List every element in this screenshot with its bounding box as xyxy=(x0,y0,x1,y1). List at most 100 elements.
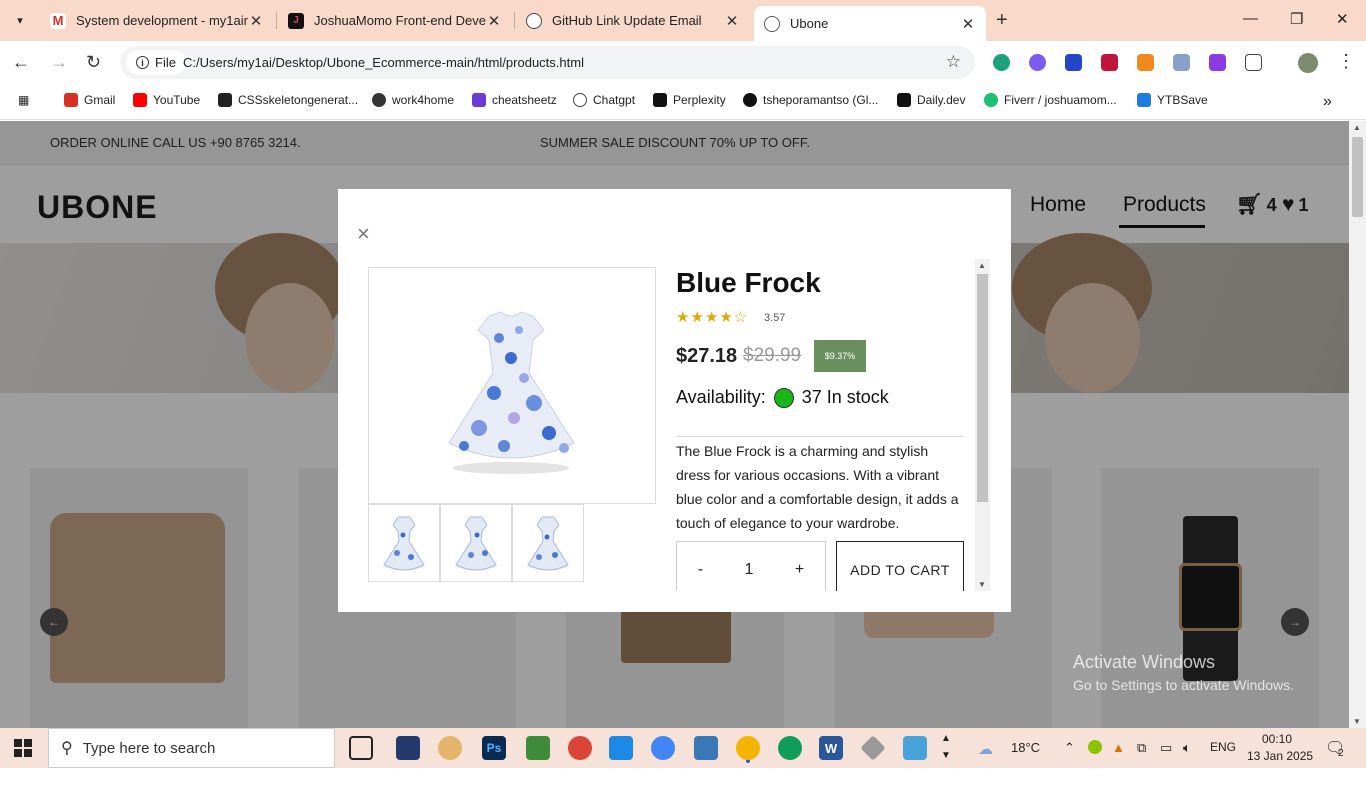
bookmark-youtube[interactable]: YouTube xyxy=(133,93,200,107)
python-icon[interactable] xyxy=(694,736,718,760)
bookmark-work4home[interactable]: work4home xyxy=(372,93,454,107)
chrome-profile-icon[interactable] xyxy=(651,736,675,760)
quantity-stepper[interactable]: - 1 + xyxy=(676,541,826,591)
tray-app-icon[interactable] xyxy=(1088,740,1102,754)
more-bookmarks-icon[interactable]: » xyxy=(1323,93,1332,111)
bookmark-fiverr[interactable]: Fiverr / joshuamom... xyxy=(984,93,1117,107)
reload-button[interactable]: ↻ xyxy=(86,52,101,73)
app-icon-blue[interactable] xyxy=(903,736,927,760)
restore-button[interactable]: ❐ xyxy=(1290,10,1303,28)
scroll-up-icon[interactable]: ▲ xyxy=(1353,123,1361,132)
weather-temp[interactable]: 18°C xyxy=(1011,740,1040,755)
dress-thumbnail xyxy=(455,516,497,571)
old-price: $29.99 xyxy=(743,345,802,366)
volume-icon[interactable]: 🔈︎ xyxy=(1183,740,1191,756)
window-close-button[interactable]: ✕ xyxy=(1336,10,1349,28)
extensions-puzzle-icon[interactable] xyxy=(1245,54,1262,71)
app-icon-green[interactable] xyxy=(526,736,550,760)
chrome-alt-icon[interactable] xyxy=(778,736,802,760)
modal-scrollbar[interactable]: ▲ ▼ xyxy=(975,259,990,591)
chatgpt-extension-icon[interactable] xyxy=(993,54,1010,71)
bookmark-cssskeleton[interactable]: CSSskeletongenerat... xyxy=(218,93,358,107)
apps-grid-icon[interactable]: ▦ xyxy=(18,93,29,107)
availability: Availability: 37 In stock xyxy=(676,387,889,408)
thumbnail-2[interactable] xyxy=(440,504,512,582)
page-scroll-thumb[interactable] xyxy=(1352,137,1363,217)
close-icon[interactable]: ✕ xyxy=(248,12,264,30)
purple-extension-icon[interactable] xyxy=(1209,54,1226,71)
close-icon[interactable]: ✕ xyxy=(724,12,740,30)
new-tab-button[interactable]: + xyxy=(996,9,1008,32)
product-title: Blue Frock xyxy=(676,267,821,298)
product-details[interactable]: Blue Frock ★★★★☆ 3.57 $27.18 $29.99 $9.3… xyxy=(676,259,990,591)
page-scrollbar[interactable]: ▲ ▼ xyxy=(1349,121,1366,728)
bookmark-star-icon[interactable]: ☆ xyxy=(946,52,961,72)
vlc-icon[interactable]: ▲ xyxy=(1112,740,1125,755)
wave-extension-icon[interactable] xyxy=(1065,54,1082,71)
minimize-button[interactable]: — xyxy=(1243,10,1258,27)
menu-kebab-icon[interactable]: ⋮ xyxy=(1337,51,1355,72)
profile-avatar[interactable] xyxy=(1298,53,1318,73)
clock-time[interactable]: 00:10 xyxy=(1262,732,1292,746)
bookmark-chatgpt[interactable]: Chatgpt xyxy=(573,93,635,107)
product-main-image xyxy=(368,267,656,504)
bookmark-gmail[interactable]: Gmail xyxy=(64,93,115,107)
chevron-down-icon: ▾ xyxy=(17,14,23,27)
modal-close-button[interactable]: × xyxy=(357,221,370,247)
brain-extension-icon[interactable] xyxy=(1029,54,1046,71)
scroll-down-icon[interactable]: ▼ xyxy=(1353,717,1361,726)
modal-scroll-thumb[interactable] xyxy=(977,274,988,502)
tab-ubone[interactable]: Ubone ✕ xyxy=(754,6,986,41)
app-icon-1[interactable] xyxy=(396,736,420,760)
dress-thumbnail xyxy=(383,516,425,571)
hex-extension-icon[interactable] xyxy=(1101,54,1118,71)
tab-search-button[interactable]: ▾ xyxy=(8,8,32,32)
taskbar-search-input[interactable]: ⚲ Type here to search xyxy=(48,728,335,768)
thumbnail-3[interactable] xyxy=(512,504,584,582)
tab-gmail[interactable]: M System development - my1ainv ✕ xyxy=(40,6,274,35)
tray-device-icon[interactable]: ⧉ xyxy=(1137,740,1146,756)
tray-overflow-icon[interactable]: ⌃ xyxy=(1064,740,1075,756)
language-indicator[interactable]: ENG xyxy=(1210,740,1236,754)
scroll-down-icon[interactable]: ▼ xyxy=(978,580,986,589)
address-bar[interactable]: i File C:/Users/my1ai/Desktop/Ubone_Ecomm… xyxy=(120,46,975,79)
taskbar-scroll[interactable]: ▲ ▼ xyxy=(941,730,951,764)
network-icon[interactable]: ▭ xyxy=(1160,740,1172,756)
dress-image xyxy=(448,311,575,474)
current-price: $27.18 xyxy=(676,345,738,367)
site-info-chip[interactable]: i File xyxy=(126,50,186,75)
roblox-icon[interactable] xyxy=(860,735,886,761)
bookmark-github[interactable]: tsheporamantso (Gl... xyxy=(743,93,878,107)
windows-start-icon[interactable] xyxy=(14,739,32,757)
scroll-up-icon[interactable]: ▲ xyxy=(978,261,986,270)
cloud-weather-icon: ☁ xyxy=(978,741,993,758)
task-view-icon[interactable] xyxy=(349,736,373,760)
vscode-icon[interactable] xyxy=(609,736,633,760)
qty-decrement-button[interactable]: - xyxy=(698,561,703,579)
bookmark-dailydev[interactable]: Daily.dev xyxy=(897,93,965,107)
chrome-icon[interactable] xyxy=(568,736,592,760)
tab-github-email[interactable]: GitHub Link Update Email ✕ xyxy=(516,6,750,35)
paint-icon[interactable] xyxy=(438,736,462,760)
metamask-icon[interactable] xyxy=(1137,54,1154,71)
qty-value[interactable]: 1 xyxy=(745,561,754,579)
close-icon[interactable]: ✕ xyxy=(486,12,502,30)
add-to-cart-button[interactable]: ADD TO CART xyxy=(836,541,964,591)
back-button[interactable]: ← xyxy=(12,52,30,73)
tab-joshuamomo[interactable]: J JoshuaMomo Front-end Develo ✕ xyxy=(278,6,512,35)
bookmark-ytbsave[interactable]: YTBSave xyxy=(1137,93,1208,107)
url-text[interactable]: C:/Users/my1ai/Desktop/Ubone_Ecommerce-m… xyxy=(183,55,584,70)
forward-button[interactable]: → xyxy=(50,52,68,73)
windows-taskbar: ⚲ Type here to search Ps W ▲ ▼ ☁ 18°C ⌃ ▲… xyxy=(0,728,1366,768)
thumbnail-1[interactable] xyxy=(368,504,440,582)
bookmark-perplexity[interactable]: Perplexity xyxy=(653,93,726,107)
screen-extension-icon[interactable] xyxy=(1173,54,1190,71)
qty-increment-button[interactable]: + xyxy=(795,561,804,579)
bookmark-cheatsheetz[interactable]: cheatsheetz xyxy=(472,93,557,107)
gmail-icon: M xyxy=(50,12,66,29)
photoshop-icon[interactable]: Ps xyxy=(482,736,506,760)
word-icon[interactable]: W xyxy=(819,736,843,760)
close-icon[interactable]: ✕ xyxy=(960,15,976,33)
chrome-active-icon[interactable] xyxy=(736,736,760,760)
clock-date[interactable]: 13 Jan 2025 xyxy=(1247,749,1313,763)
